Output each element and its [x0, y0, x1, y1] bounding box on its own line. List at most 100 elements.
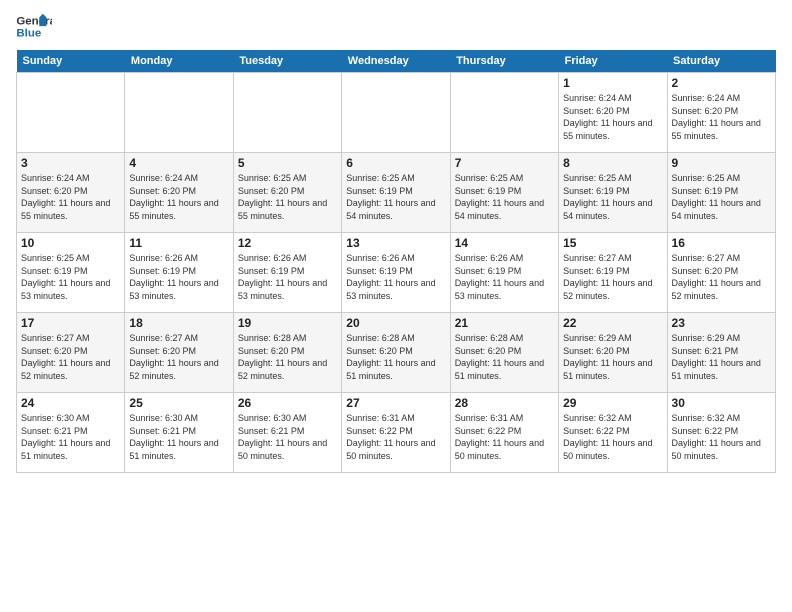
- weekday-header-monday: Monday: [125, 50, 233, 73]
- day-info: Sunrise: 6:28 AMSunset: 6:20 PMDaylight:…: [346, 332, 445, 382]
- day-number: 6: [346, 156, 445, 170]
- calendar-cell: 20 Sunrise: 6:28 AMSunset: 6:20 PMDayligh…: [342, 313, 450, 393]
- calendar-week-4: 24Sunrise: 6:30 AMSunset: 6:21 PMDayligh…: [17, 393, 776, 473]
- calendar-cell: 4 Sunrise: 6:24 AMSunset: 6:20 PMDaylight…: [125, 153, 233, 233]
- calendar-cell: [125, 73, 233, 153]
- day-number: 26: [238, 396, 337, 410]
- day-number: 17: [21, 316, 120, 330]
- weekday-header-tuesday: Tuesday: [233, 50, 341, 73]
- calendar-cell: 22Sunrise: 6:29 AMSunset: 6:20 PMDayligh…: [559, 313, 667, 393]
- day-number: 13: [346, 236, 445, 250]
- calendar-cell: 9 Sunrise: 6:25 AMSunset: 6:19 PMDaylight…: [667, 153, 775, 233]
- day-info: Sunrise: 6:29 AMSunset: 6:21 PMDaylight:…: [672, 332, 771, 382]
- calendar-table: SundayMondayTuesdayWednesdayThursdayFrid…: [16, 50, 776, 473]
- calendar-cell: [342, 73, 450, 153]
- calendar-header: SundayMondayTuesdayWednesdayThursdayFrid…: [17, 50, 776, 73]
- calendar-cell: 21 Sunrise: 6:28 AMSunset: 6:20 PMDayligh…: [450, 313, 558, 393]
- day-number: 20: [346, 316, 445, 330]
- day-number: 29: [563, 396, 662, 410]
- day-info: Sunrise: 6:30 AMSunset: 6:21 PMDaylight:…: [129, 412, 228, 462]
- day-info: Sunrise: 6:24 AMSunset: 6:20 PMDaylight:…: [563, 92, 662, 142]
- calendar-cell: 16 Sunrise: 6:27 AMSunset: 6:20 PMDayligh…: [667, 233, 775, 313]
- day-info: Sunrise: 6:27 AMSunset: 6:19 PMDaylight:…: [563, 252, 662, 302]
- calendar-week-3: 17 Sunrise: 6:27 AMSunset: 6:20 PMDayligh…: [17, 313, 776, 393]
- day-info: Sunrise: 6:28 AMSunset: 6:20 PMDaylight:…: [238, 332, 337, 382]
- day-number: 18: [129, 316, 228, 330]
- day-number: 2: [672, 76, 771, 90]
- day-number: 12: [238, 236, 337, 250]
- day-info: Sunrise: 6:25 AMSunset: 6:19 PMDaylight:…: [346, 172, 445, 222]
- calendar-week-2: 10 Sunrise: 6:25 AMSunset: 6:19 PMDayligh…: [17, 233, 776, 313]
- calendar-week-0: 1 Sunrise: 6:24 AMSunset: 6:20 PMDaylight…: [17, 73, 776, 153]
- calendar-cell: 17 Sunrise: 6:27 AMSunset: 6:20 PMDayligh…: [17, 313, 125, 393]
- day-number: 21: [455, 316, 554, 330]
- day-number: 8: [563, 156, 662, 170]
- calendar-cell: 27 Sunrise: 6:31 AMSunset: 6:22 PMDayligh…: [342, 393, 450, 473]
- day-number: 25: [129, 396, 228, 410]
- weekday-header-sunday: Sunday: [17, 50, 125, 73]
- calendar-cell: [17, 73, 125, 153]
- calendar-cell: 24Sunrise: 6:30 AMSunset: 6:21 PMDayligh…: [17, 393, 125, 473]
- calendar-cell: 30Sunrise: 6:32 AMSunset: 6:22 PMDayligh…: [667, 393, 775, 473]
- calendar-cell: 11Sunrise: 6:26 AMSunset: 6:19 PMDayligh…: [125, 233, 233, 313]
- day-info: Sunrise: 6:25 AMSunset: 6:19 PMDaylight:…: [455, 172, 554, 222]
- calendar-cell: 7 Sunrise: 6:25 AMSunset: 6:19 PMDaylight…: [450, 153, 558, 233]
- day-info: Sunrise: 6:24 AMSunset: 6:20 PMDaylight:…: [21, 172, 120, 222]
- calendar-cell: 5Sunrise: 6:25 AMSunset: 6:20 PMDaylight…: [233, 153, 341, 233]
- day-info: Sunrise: 6:26 AMSunset: 6:19 PMDaylight:…: [238, 252, 337, 302]
- day-number: 3: [21, 156, 120, 170]
- day-info: Sunrise: 6:26 AMSunset: 6:19 PMDaylight:…: [346, 252, 445, 302]
- day-number: 10: [21, 236, 120, 250]
- day-info: Sunrise: 6:25 AMSunset: 6:19 PMDaylight:…: [672, 172, 771, 222]
- calendar-cell: 10 Sunrise: 6:25 AMSunset: 6:19 PMDayligh…: [17, 233, 125, 313]
- day-number: 28: [455, 396, 554, 410]
- calendar-cell: 18Sunrise: 6:27 AMSunset: 6:20 PMDayligh…: [125, 313, 233, 393]
- day-info: Sunrise: 6:30 AMSunset: 6:21 PMDaylight:…: [21, 412, 120, 462]
- weekday-header-saturday: Saturday: [667, 50, 775, 73]
- weekday-header-thursday: Thursday: [450, 50, 558, 73]
- day-number: 16: [672, 236, 771, 250]
- calendar-body: 1 Sunrise: 6:24 AMSunset: 6:20 PMDaylight…: [17, 73, 776, 473]
- logo: General Blue: [16, 12, 52, 42]
- day-info: Sunrise: 6:30 AMSunset: 6:21 PMDaylight:…: [238, 412, 337, 462]
- calendar-cell: 3 Sunrise: 6:24 AMSunset: 6:20 PMDaylight…: [17, 153, 125, 233]
- page-container: General Blue SundayMondayTuesdayWednesda…: [0, 0, 792, 481]
- svg-text:Blue: Blue: [16, 28, 41, 40]
- day-info: Sunrise: 6:24 AMSunset: 6:20 PMDaylight:…: [129, 172, 228, 222]
- calendar-cell: 12 Sunrise: 6:26 AMSunset: 6:19 PMDayligh…: [233, 233, 341, 313]
- day-info: Sunrise: 6:26 AMSunset: 6:19 PMDaylight:…: [455, 252, 554, 302]
- calendar-cell: 25 Sunrise: 6:30 AMSunset: 6:21 PMDayligh…: [125, 393, 233, 473]
- day-number: 14: [455, 236, 554, 250]
- day-info: Sunrise: 6:25 AMSunset: 6:19 PMDaylight:…: [21, 252, 120, 302]
- day-info: Sunrise: 6:32 AMSunset: 6:22 PMDaylight:…: [672, 412, 771, 462]
- day-info: Sunrise: 6:25 AMSunset: 6:19 PMDaylight:…: [563, 172, 662, 222]
- calendar-cell: 19 Sunrise: 6:28 AMSunset: 6:20 PMDayligh…: [233, 313, 341, 393]
- day-number: 15: [563, 236, 662, 250]
- day-number: 19: [238, 316, 337, 330]
- day-number: 4: [129, 156, 228, 170]
- day-info: Sunrise: 6:32 AMSunset: 6:22 PMDaylight:…: [563, 412, 662, 462]
- header: General Blue: [16, 12, 776, 42]
- day-number: 27: [346, 396, 445, 410]
- day-number: 23: [672, 316, 771, 330]
- day-info: Sunrise: 6:25 AMSunset: 6:20 PMDaylight:…: [238, 172, 337, 222]
- day-number: 1: [563, 76, 662, 90]
- calendar-cell: 6 Sunrise: 6:25 AMSunset: 6:19 PMDaylight…: [342, 153, 450, 233]
- day-info: Sunrise: 6:31 AMSunset: 6:22 PMDaylight:…: [346, 412, 445, 462]
- day-info: Sunrise: 6:27 AMSunset: 6:20 PMDaylight:…: [672, 252, 771, 302]
- calendar-cell: 28 Sunrise: 6:31 AMSunset: 6:22 PMDayligh…: [450, 393, 558, 473]
- day-info: Sunrise: 6:31 AMSunset: 6:22 PMDaylight:…: [455, 412, 554, 462]
- calendar-cell: 29 Sunrise: 6:32 AMSunset: 6:22 PMDayligh…: [559, 393, 667, 473]
- day-number: 11: [129, 236, 228, 250]
- calendar-cell: 1 Sunrise: 6:24 AMSunset: 6:20 PMDaylight…: [559, 73, 667, 153]
- day-number: 7: [455, 156, 554, 170]
- day-info: Sunrise: 6:28 AMSunset: 6:20 PMDaylight:…: [455, 332, 554, 382]
- day-info: Sunrise: 6:29 AMSunset: 6:20 PMDaylight:…: [563, 332, 662, 382]
- day-number: 9: [672, 156, 771, 170]
- calendar-cell: 26 Sunrise: 6:30 AMSunset: 6:21 PMDayligh…: [233, 393, 341, 473]
- calendar-cell: 15 Sunrise: 6:27 AMSunset: 6:19 PMDayligh…: [559, 233, 667, 313]
- weekday-header-wednesday: Wednesday: [342, 50, 450, 73]
- weekday-header-friday: Friday: [559, 50, 667, 73]
- day-info: Sunrise: 6:27 AMSunset: 6:20 PMDaylight:…: [21, 332, 120, 382]
- calendar-cell: 23 Sunrise: 6:29 AMSunset: 6:21 PMDayligh…: [667, 313, 775, 393]
